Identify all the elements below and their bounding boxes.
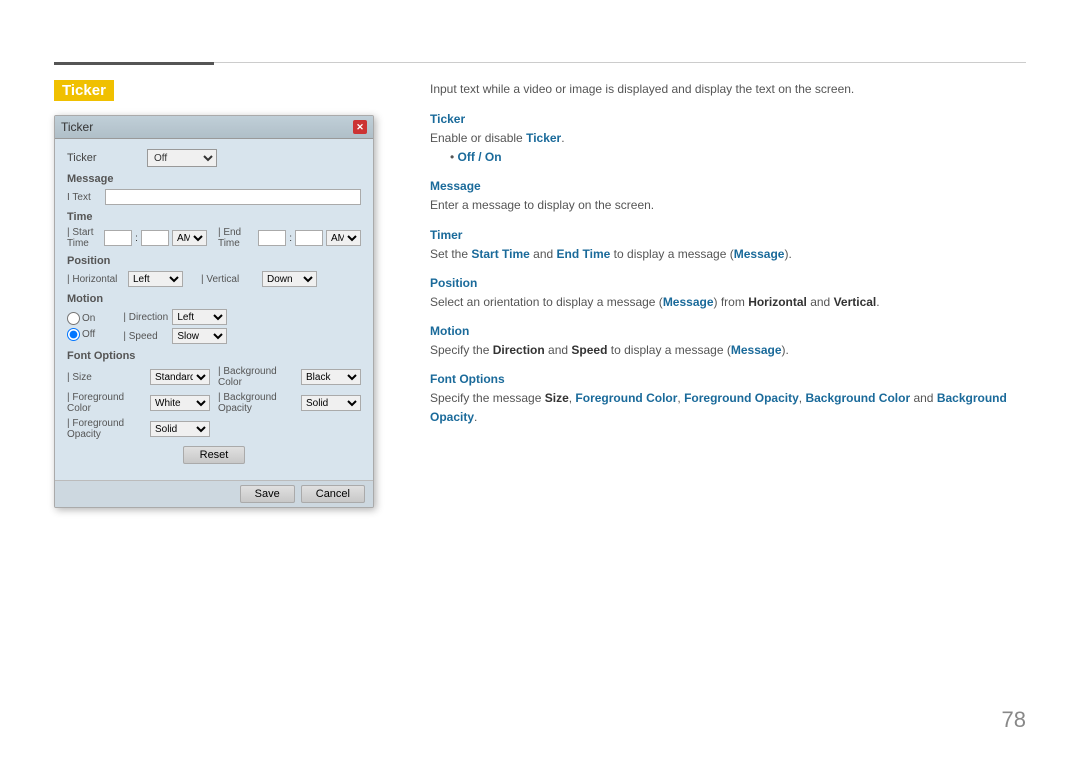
- cancel-button[interactable]: Cancel: [301, 485, 365, 503]
- motion-on-label[interactable]: On: [67, 312, 95, 325]
- right-section: Input text while a video or image is dis…: [430, 80, 1026, 440]
- font-options-grid: | Size StandardSmallLarge | Background C…: [67, 366, 361, 440]
- direction-label: | Direction: [123, 312, 168, 323]
- intro-text: Input text while a video or image is dis…: [430, 80, 1026, 98]
- start-time-label: | Start Time: [67, 227, 101, 249]
- fg-color-row: | Foreground Color WhiteBlack: [67, 392, 210, 414]
- position-section-label: Position: [67, 255, 361, 267]
- reset-button[interactable]: Reset: [183, 446, 246, 464]
- help-motion-body: Specify the Direction and Speed to displ…: [430, 341, 1026, 360]
- vertical-label: | Vertical: [201, 274, 256, 285]
- end-ampm-select[interactable]: AMPM: [326, 230, 361, 246]
- start-ampm-select[interactable]: AMPM: [172, 230, 207, 246]
- help-motion-heading: Motion: [430, 324, 1026, 338]
- ticker-dialog: Ticker ✕ Ticker Off On Message I Text: [54, 115, 374, 508]
- help-font-options-body: Specify the message Size, Foreground Col…: [430, 389, 1026, 427]
- motion-section-label: Motion: [67, 293, 361, 305]
- message-input[interactable]: [105, 189, 361, 205]
- dialog-footer: Save Cancel: [55, 480, 373, 507]
- end-min-input[interactable]: 03: [295, 230, 323, 246]
- position-row: | Horizontal LeftRightCenter | Vertical …: [67, 271, 361, 287]
- bg-opacity-select[interactable]: SolidTransparent: [301, 395, 361, 411]
- vertical-select[interactable]: DownUp: [262, 271, 317, 287]
- speed-row: | Speed SlowNormalFast: [123, 328, 227, 344]
- help-timer: Timer Set the Start Time and End Time to…: [430, 228, 1026, 264]
- fg-color-select[interactable]: WhiteBlack: [150, 395, 210, 411]
- fg-color-label: | Foreground Color: [67, 392, 147, 414]
- horizontal-label: | Horizontal: [67, 274, 122, 285]
- start-min-input[interactable]: 00: [141, 230, 169, 246]
- text-prefix: I Text: [67, 192, 105, 203]
- help-ticker-body: Enable or disable Ticker. • Off / On: [430, 129, 1026, 167]
- fg-opacity-select[interactable]: SolidTransparent: [150, 421, 210, 437]
- help-timer-body: Set the Start Time and End Time to displ…: [430, 245, 1026, 264]
- bg-color-row: | Background Color BlackWhite: [218, 366, 361, 388]
- direction-select[interactable]: LeftRight: [172, 309, 227, 325]
- time-row: | Start Time 12 : 00 AMPM | End Time 12 …: [67, 227, 361, 249]
- speed-label: | Speed: [123, 331, 168, 342]
- motion-options: | Direction LeftRight | Speed SlowNormal…: [123, 309, 227, 344]
- help-font-options: Font Options Specify the message Size, F…: [430, 372, 1026, 427]
- motion-off-label[interactable]: Off: [67, 328, 95, 341]
- size-label: | Size: [67, 372, 147, 383]
- size-select[interactable]: StandardSmallLarge: [150, 369, 210, 385]
- bg-color-label: | Background Color: [218, 366, 298, 388]
- page-number: 78: [1002, 707, 1026, 733]
- help-message-body: Enter a message to display on the screen…: [430, 196, 1026, 215]
- motion-off-radio[interactable]: [67, 328, 80, 341]
- bg-opacity-label: | Background Opacity: [218, 392, 298, 414]
- top-rule-accent: [54, 62, 214, 65]
- message-section-label: Message: [67, 173, 361, 185]
- bg-opacity-row: | Background Opacity SolidTransparent: [218, 392, 361, 414]
- ticker-label: Ticker: [67, 152, 147, 164]
- help-ticker: Ticker Enable or disable Ticker. • Off /…: [430, 112, 1026, 167]
- motion-container: On Off | Direction LeftRight: [67, 309, 361, 344]
- dialog-body: Ticker Off On Message I Text Time | Star…: [55, 139, 373, 480]
- help-message: Message Enter a message to display on th…: [430, 179, 1026, 215]
- section-title-badge: Ticker: [54, 80, 444, 115]
- help-timer-heading: Timer: [430, 228, 1026, 242]
- motion-on-radio[interactable]: [67, 312, 80, 325]
- end-time-label: | End Time: [218, 227, 255, 249]
- fg-opacity-row: | Foreground Opacity SolidTransparent: [67, 418, 210, 440]
- bg-color-select[interactable]: BlackWhite: [301, 369, 361, 385]
- ticker-row: Ticker Off On: [67, 149, 361, 167]
- size-row: | Size StandardSmallLarge: [67, 366, 210, 388]
- help-font-options-heading: Font Options: [430, 372, 1026, 386]
- help-position: Position Select an orientation to displa…: [430, 276, 1026, 312]
- help-position-heading: Position: [430, 276, 1026, 290]
- font-options-section-label: Font Options: [67, 350, 361, 362]
- help-motion: Motion Specify the Direction and Speed t…: [430, 324, 1026, 360]
- dialog-titlebar: Ticker ✕: [55, 116, 373, 139]
- direction-row: | Direction LeftRight: [123, 309, 227, 325]
- save-button[interactable]: Save: [240, 485, 295, 503]
- dialog-close-button[interactable]: ✕: [353, 120, 367, 134]
- speed-select[interactable]: SlowNormalFast: [172, 328, 227, 344]
- message-row: I Text: [67, 189, 361, 205]
- help-position-body: Select an orientation to display a messa…: [430, 293, 1026, 312]
- horizontal-select[interactable]: LeftRightCenter: [128, 271, 183, 287]
- left-section: Ticker Ticker ✕ Ticker Off On Message: [54, 80, 444, 508]
- end-hour-input[interactable]: 12: [258, 230, 286, 246]
- help-ticker-heading: Ticker: [430, 112, 1026, 126]
- motion-radio-group: On Off: [67, 309, 95, 344]
- fg-opacity-label: | Foreground Opacity: [67, 418, 147, 440]
- dialog-title: Ticker: [61, 120, 93, 134]
- start-hour-input[interactable]: 12: [104, 230, 132, 246]
- help-message-heading: Message: [430, 179, 1026, 193]
- ticker-select[interactable]: Off On: [147, 149, 217, 167]
- time-section-label: Time: [67, 211, 361, 223]
